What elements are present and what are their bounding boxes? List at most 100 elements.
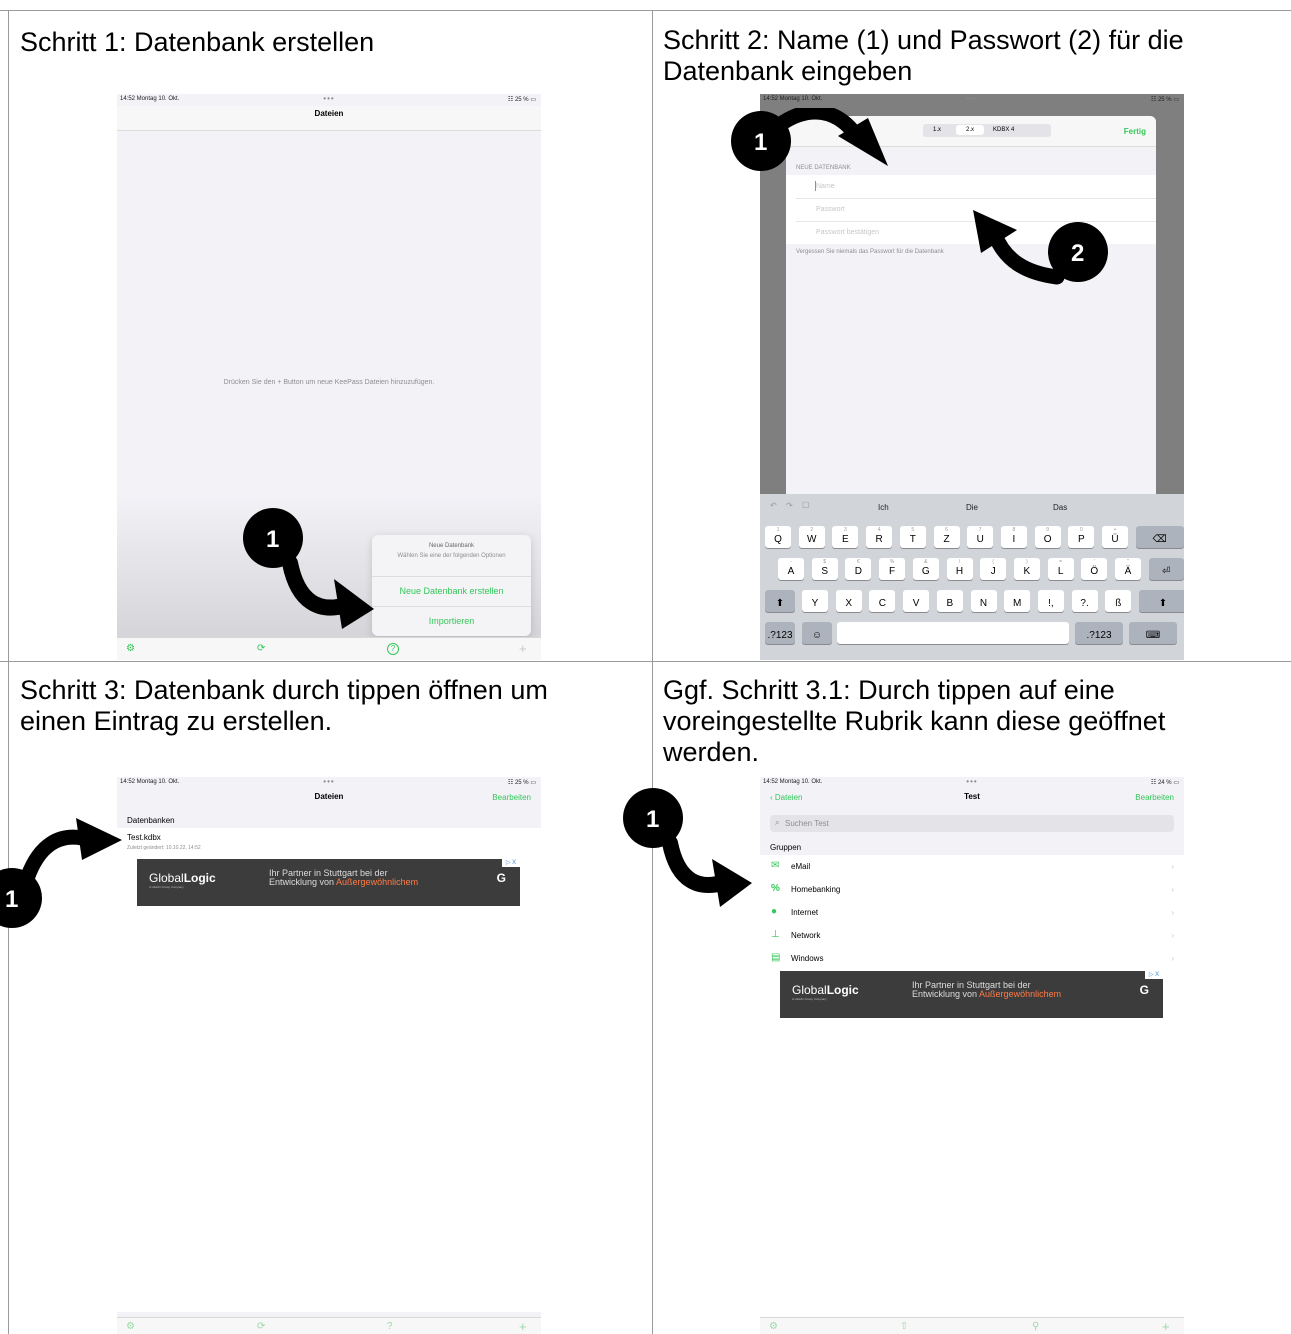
ad-banner[interactable]: GlobalLogic A Hitachi Group Company Ihr … [137, 859, 520, 906]
key-n[interactable]: N [970, 590, 997, 612]
nav-title: Dateien [314, 792, 344, 801]
chevron-right-icon: › [1171, 954, 1174, 963]
done-button[interactable]: Fertig [1124, 127, 1146, 136]
group-row-homebanking[interactable]: % Homebanking › [760, 878, 1184, 902]
group-row-network[interactable]: ⊥ Network › [760, 924, 1184, 948]
key-u[interactable]: 7U [967, 526, 994, 548]
database-row[interactable]: Test.kdbx Zuletzt geändert: 10.10.22, 14… [117, 828, 541, 857]
settings-icon[interactable]: ⚙ [769, 1321, 778, 1332]
help-icon[interactable]: ? [387, 1321, 393, 1332]
key-h[interactable]: / H [946, 558, 973, 580]
grid-line-left [8, 10, 9, 1334]
key-ö[interactable]: ' Ö [1081, 558, 1108, 580]
key-m[interactable]: M [1004, 590, 1031, 612]
key-l[interactable]: = L [1047, 558, 1074, 580]
group-row-email[interactable]: ✉ eMail › [760, 855, 1184, 879]
key-z[interactable]: 6Z [933, 526, 960, 548]
grid-line-top [0, 10, 1291, 11]
ad-close-icon[interactable]: ▷ X [502, 859, 520, 867]
key-w[interactable]: 2W [798, 526, 825, 548]
add-icon[interactable]: + [519, 1319, 527, 1334]
redo-icon[interactable]: ↷ [786, 501, 793, 510]
suggestion-3[interactable]: Das [1053, 503, 1067, 512]
key-?.[interactable]: ?. [1071, 590, 1098, 612]
key-s[interactable]: $ S [811, 558, 838, 580]
settings-icon[interactable]: ⚙ [126, 643, 135, 654]
multitask-dots[interactable]: ••• [966, 94, 977, 103]
key-x[interactable]: X [835, 590, 862, 612]
key-j[interactable]: (J [980, 558, 1007, 580]
key-!,[interactable]: !, [1037, 590, 1064, 612]
key-o[interactable]: 9O [1034, 526, 1061, 548]
key-q[interactable]: 1Q [765, 526, 791, 548]
chevron-right-icon: › [1171, 931, 1174, 940]
key-ß[interactable]: ß [1105, 590, 1132, 612]
numbers-key[interactable]: .?123 [765, 622, 795, 644]
help-icon[interactable]: ? [387, 643, 399, 655]
suggestion-1[interactable]: Ich [878, 503, 889, 512]
step31-caption-line2: voreingestellte Rubrik kann diese geöffn… [663, 706, 1166, 736]
name-field[interactable]: Name [796, 175, 1156, 199]
key-a[interactable]: -A [778, 558, 804, 580]
key-c[interactable]: C [869, 590, 896, 612]
ad-logo: GlobalLogic [149, 871, 216, 885]
dismiss-keyboard-key[interactable]: ⌨ [1129, 622, 1177, 644]
shift-right-key[interactable]: ⬆ [1139, 590, 1184, 612]
key-ü[interactable]: + Ü [1102, 526, 1128, 548]
import-button[interactable]: Importieren [372, 606, 531, 636]
shift-left-key[interactable]: ⬆ [765, 590, 795, 612]
return-key[interactable]: ⏎ [1148, 558, 1184, 580]
key-f[interactable]: % F [879, 558, 906, 580]
create-database-button[interactable]: Neue Datenbank erstellen [372, 576, 531, 606]
key-i[interactable]: 8I [1000, 526, 1027, 548]
keyboard: ↶ ↷ ▢ Ich Die Das 1 Q 2 W 3 E 4 R 5 T 6 Z 7 U 8 I 9 O 0 P + Ü… [760, 494, 1184, 660]
ad-brand-icon: G [1139, 983, 1149, 997]
segment-1x[interactable]: 1.x [933, 127, 941, 133]
backspace-key[interactable]: ⌫ [1135, 526, 1184, 548]
add-icon[interactable]: + [1162, 1319, 1170, 1334]
edit-button[interactable]: Bearbeiten [1135, 793, 1174, 802]
battery-indicator: ☷ 25 % ▭ [507, 97, 536, 103]
screen3-ipad: 14:52 Montag 10. Okt. ••• ☷ 25 % ▭ Datei… [117, 777, 541, 1334]
segment-kdbx4[interactable]: KDBX 4 [993, 127, 1014, 133]
key-g[interactable]: & G [912, 558, 939, 580]
add-icon[interactable]: + [519, 641, 527, 656]
multitask-dots[interactable]: ••• [966, 777, 977, 786]
confirm-placeholder: Passwort bestätigen [816, 229, 880, 236]
settings-icon[interactable]: ⚙ [126, 1321, 135, 1332]
key-y[interactable]: Y [802, 590, 828, 612]
key-b[interactable]: B [936, 590, 963, 612]
step2-caption-line1: Schritt 2: Name (1) und Passwort (2) für… [663, 25, 1184, 55]
ad-close-icon[interactable]: ▷ X [1145, 971, 1163, 979]
step1-caption: Schritt 1: Datenbank erstellen [20, 27, 375, 57]
key-e[interactable]: 3E [832, 526, 859, 548]
key-icon[interactable]: ⚲ [1032, 1321, 1039, 1332]
share-icon[interactable]: ⇧ [900, 1321, 908, 1332]
space-key[interactable] [837, 622, 1069, 644]
sync-icon[interactable]: ⟳ [257, 643, 265, 654]
key-k[interactable]: ) K [1013, 558, 1040, 580]
email-icon: ✉ [771, 860, 780, 871]
multitask-dots[interactable]: ••• [323, 777, 334, 786]
key-r[interactable]: 4R [866, 526, 893, 548]
key-t[interactable]: 5T [899, 526, 926, 548]
key-p[interactable]: 0P [1068, 526, 1095, 548]
tab-bar: ⚙ ⇧ ⚲ + [760, 1317, 1184, 1334]
ad-banner[interactable]: GlobalLogic A Hitachi Group Company Ihr … [780, 971, 1163, 1018]
group-row-internet[interactable]: ● Internet › [760, 901, 1184, 925]
sync-icon[interactable]: ⟳ [257, 1321, 265, 1332]
key-v[interactable]: V [903, 590, 930, 612]
paste-icon[interactable]: ▢ [802, 500, 810, 509]
segment-2x[interactable]: 2.x [956, 125, 984, 135]
step1-arrow-annotation: 1 [243, 508, 374, 629]
search-field[interactable]: ⌕ Suchen Test [770, 815, 1174, 832]
suggestion-2[interactable]: Die [966, 503, 978, 512]
emoji-key[interactable]: ☺ [802, 622, 832, 644]
numbers-right-key[interactable]: .?123 [1075, 622, 1123, 644]
undo-icon[interactable]: ↶ [770, 501, 777, 510]
key-d[interactable]: € D [845, 558, 872, 580]
multitask-dots[interactable]: ••• [323, 94, 334, 103]
edit-button[interactable]: Bearbeiten [492, 793, 531, 802]
key-ä[interactable]: " Ä [1115, 558, 1141, 580]
group-row-windows[interactable]: ▤ Windows › [760, 947, 1184, 970]
